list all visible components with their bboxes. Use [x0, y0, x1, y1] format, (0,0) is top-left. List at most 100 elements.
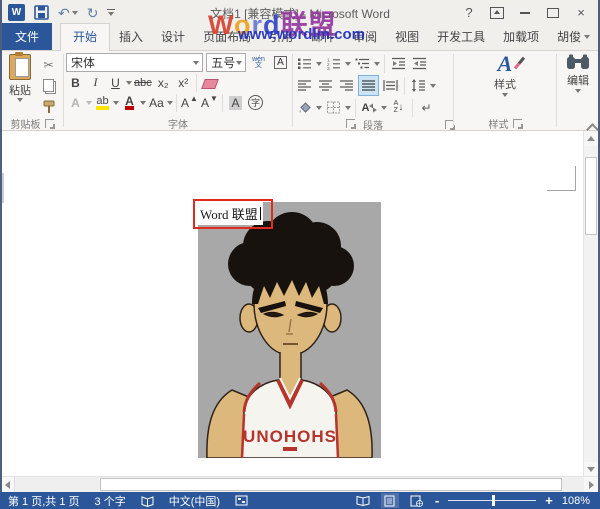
chevron-down-icon[interactable]: [381, 106, 387, 110]
sort-button[interactable]: AZ ↓: [389, 98, 408, 117]
text-effects-button[interactable]: A: [66, 93, 85, 112]
word-count[interactable]: 3 个字: [95, 493, 126, 509]
tab-home[interactable]: 开始: [60, 23, 110, 51]
macro-record-icon[interactable]: [235, 495, 248, 506]
close-button[interactable]: ×: [570, 4, 592, 22]
font-color-button[interactable]: A: [120, 93, 139, 112]
tab-mailings[interactable]: 邮件: [302, 24, 344, 50]
zoom-in-button[interactable]: +: [545, 496, 553, 506]
font-size-combo[interactable]: 五号: [206, 53, 246, 72]
highlight-button[interactable]: ab: [93, 93, 112, 112]
tab-insert[interactable]: 插入: [110, 24, 152, 50]
styles-dialog-launcher[interactable]: [513, 119, 522, 128]
chevron-down-icon[interactable]: [316, 62, 322, 66]
tab-review[interactable]: 审阅: [344, 24, 386, 50]
tab-user-account[interactable]: 胡俊: [548, 24, 599, 50]
line-spacing-button[interactable]: [409, 76, 428, 95]
multilevel-list-button[interactable]: [353, 54, 372, 73]
justify-button[interactable]: [358, 75, 379, 96]
zoom-slider[interactable]: [448, 495, 536, 506]
document-picture[interactable]: UNOHOHS: [198, 202, 381, 458]
collapse-ribbon-button[interactable]: [588, 123, 596, 128]
tab-addins[interactable]: 加载项: [494, 24, 548, 50]
scroll-down-button[interactable]: [584, 462, 598, 477]
chevron-down-icon[interactable]: [345, 106, 351, 110]
superscript-button[interactable]: x²: [174, 73, 193, 92]
redo-icon[interactable]: ↻: [87, 6, 99, 20]
scroll-right-button[interactable]: [584, 477, 598, 492]
character-border-button[interactable]: A: [271, 53, 290, 72]
save-icon[interactable]: [34, 5, 49, 20]
align-center-button[interactable]: [316, 76, 335, 95]
chevron-down-icon[interactable]: [86, 101, 92, 105]
zoom-level[interactable]: 108%: [562, 495, 590, 507]
shading-button[interactable]: [295, 98, 314, 117]
underline-button[interactable]: U: [106, 73, 125, 92]
language-indicator[interactable]: 中文(中国): [169, 493, 220, 509]
chevron-down-icon[interactable]: [113, 101, 119, 105]
chevron-down-icon[interactable]: [72, 11, 78, 15]
strikethrough-button[interactable]: abc: [133, 73, 153, 92]
grow-font-button[interactable]: A▲: [180, 93, 199, 112]
align-left-button[interactable]: [295, 76, 314, 95]
numbering-button[interactable]: 1.2.3.: [324, 54, 343, 73]
copy-button[interactable]: [39, 76, 58, 95]
italic-button[interactable]: I: [86, 73, 105, 92]
chevron-down-icon[interactable]: [126, 81, 132, 85]
vertical-scroll-thumb[interactable]: [585, 157, 597, 235]
bold-button[interactable]: B: [66, 73, 85, 92]
web-layout-button[interactable]: [408, 493, 426, 508]
vertical-scrollbar[interactable]: [583, 131, 598, 477]
customize-qat-button[interactable]: [107, 9, 115, 16]
tab-design[interactable]: 设计: [152, 24, 194, 50]
clear-formatting-button[interactable]: [200, 73, 219, 92]
chevron-down-icon[interactable]: [140, 101, 146, 105]
horizontal-scrollbar[interactable]: [0, 476, 600, 492]
asian-layout-button[interactable]: A: [360, 98, 379, 117]
chevron-down-icon[interactable]: [374, 62, 380, 66]
character-shading-button[interactable]: A: [226, 93, 245, 112]
read-mode-button[interactable]: [354, 493, 372, 508]
tab-file[interactable]: 文件: [2, 23, 52, 50]
tab-references[interactable]: 引用: [260, 24, 302, 50]
word-app-icon[interactable]: W: [8, 4, 25, 21]
shrink-font-button[interactable]: A▼: [200, 93, 219, 112]
chevron-down-icon[interactable]: [430, 84, 436, 88]
horizontal-scroll-thumb[interactable]: [100, 478, 562, 491]
tab-page-layout[interactable]: 页面布局: [194, 24, 260, 50]
editing-button[interactable]: 编辑: [558, 51, 598, 130]
tab-view[interactable]: 视图: [386, 24, 428, 50]
chevron-down-icon[interactable]: [167, 101, 173, 105]
zoom-slider-thumb[interactable]: [492, 495, 495, 506]
styles-button[interactable]: A 样式: [455, 51, 555, 116]
format-painter-button[interactable]: [39, 97, 58, 116]
bullets-button[interactable]: [295, 54, 314, 73]
increase-indent-button[interactable]: [410, 54, 429, 73]
help-button[interactable]: ?: [458, 4, 480, 22]
undo-button[interactable]: ↶: [58, 6, 78, 20]
cut-button[interactable]: ✂: [39, 55, 58, 74]
zoom-out-button[interactable]: -: [435, 496, 439, 506]
change-case-button[interactable]: Aa: [147, 93, 166, 112]
chevron-down-icon[interactable]: [345, 62, 351, 66]
clipboard-dialog-launcher[interactable]: [45, 119, 54, 128]
maximize-button[interactable]: [542, 4, 564, 22]
align-right-button[interactable]: [337, 76, 356, 95]
borders-button[interactable]: [324, 98, 343, 117]
print-layout-button[interactable]: [381, 493, 399, 508]
scroll-left-button[interactable]: [0, 477, 15, 492]
ribbon-display-options-button[interactable]: [486, 4, 508, 22]
decrease-indent-button[interactable]: [389, 54, 408, 73]
distribute-button[interactable]: [381, 76, 400, 95]
subscript-button[interactable]: x₂: [154, 73, 173, 92]
phonetic-guide-button[interactable]: wén 文: [249, 53, 268, 72]
chevron-down-icon[interactable]: [316, 106, 322, 110]
document-page[interactable]: UNOHOHS Word 联盟: [2, 131, 584, 477]
paste-button[interactable]: 粘贴: [2, 51, 38, 102]
proofing-icon[interactable]: [141, 495, 154, 507]
page-indicator[interactable]: 第 1 页,共 1 页: [8, 493, 80, 509]
font-name-combo[interactable]: 宋体: [66, 53, 203, 72]
tab-developer[interactable]: 开发工具: [428, 24, 494, 50]
show-hide-marks-button[interactable]: ↵: [417, 98, 436, 117]
minimize-button[interactable]: [514, 4, 536, 22]
